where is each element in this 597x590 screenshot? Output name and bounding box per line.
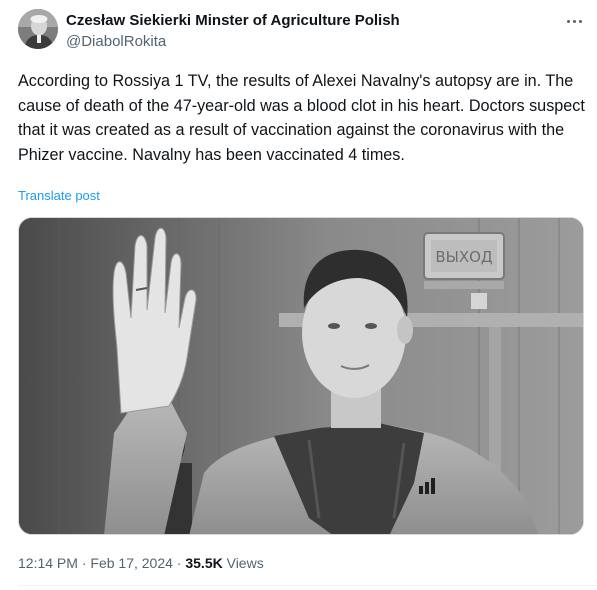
tweet: Czesław Siekierki Minster of Agriculture… xyxy=(0,0,597,590)
author-name[interactable]: Czesław Siekierki Minster of Agriculture… xyxy=(66,11,400,30)
photo: ВЫХОД xyxy=(19,218,583,534)
meta-separator: · xyxy=(81,555,87,571)
views-label: Views xyxy=(226,555,264,571)
post-media-photo[interactable]: ВЫХОД xyxy=(18,217,584,535)
author-handle[interactable]: @DiabolRokita xyxy=(66,32,166,51)
exit-sign-text: ВЫХОД xyxy=(435,248,492,266)
post-time[interactable]: 12:14 PM xyxy=(18,555,78,571)
post-text: According to Rossiya 1 TV, the results o… xyxy=(18,72,590,164)
more-options-icon[interactable] xyxy=(560,11,588,31)
avatar[interactable] xyxy=(18,9,58,49)
post-meta: 12:14 PM · Feb 17, 2024 · 35.5K Views xyxy=(18,555,264,571)
avatar-image xyxy=(18,9,58,49)
divider xyxy=(18,585,597,586)
meta-separator: · xyxy=(176,555,182,571)
views-count[interactable]: 35.5K xyxy=(185,555,222,571)
post-date[interactable]: Feb 17, 2024 xyxy=(90,555,173,571)
translate-post-link[interactable]: Translate post xyxy=(18,188,100,204)
